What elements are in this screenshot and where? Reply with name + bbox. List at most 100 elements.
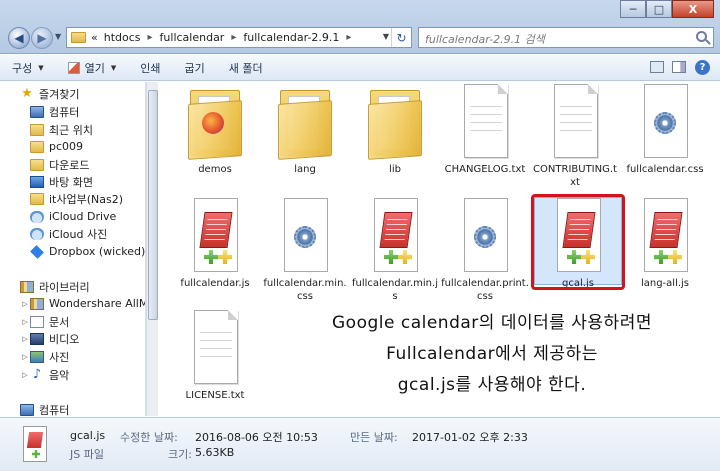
sidebar-item-pc009[interactable]: pc009	[30, 138, 83, 155]
recent-pages-dropdown[interactable]: ▼	[55, 32, 61, 41]
scrollbar-thumb[interactable]	[148, 90, 158, 320]
chevron-right-icon[interactable]: ▸	[231, 32, 236, 43]
icloud-icon	[30, 210, 44, 223]
file-name: fullcalendar.css	[626, 164, 704, 175]
print-button[interactable]: 인쇄	[128, 55, 172, 81]
js-file-icon	[364, 198, 426, 274]
sidebar-item-dropbox[interactable]: Dropbox (wicked)	[30, 243, 145, 260]
address-dropdown-icon[interactable]: ▼	[383, 32, 389, 41]
sidebar-item-label: 다운로드	[49, 158, 90, 172]
file-item[interactable]: LICENSE.txt	[171, 310, 259, 402]
recent-places-icon	[30, 123, 44, 136]
sidebar-item-label: 문서	[49, 315, 70, 329]
open-menu[interactable]: 열기 ▼	[56, 55, 129, 81]
sidebar-item-label: 비디오	[49, 332, 80, 346]
help-button[interactable]: ?	[695, 60, 710, 75]
file-name: lib	[389, 164, 401, 175]
sidebar-item-nas[interactable]: it사업부(Nas2)	[30, 190, 123, 207]
sidebar-item-label: Dropbox (wicked)	[49, 245, 146, 258]
forward-button[interactable]: ▶	[31, 27, 53, 49]
sidebar-item-label: 최근 위치	[49, 123, 93, 137]
sidebar-favorites[interactable]: ★ 즐겨찾기	[20, 85, 79, 102]
organize-menu[interactable]: 구성 ▼	[0, 55, 56, 81]
file-item[interactable]: fullcalendar.js	[171, 198, 259, 290]
dropbox-icon	[30, 244, 44, 259]
details-modified-label: 수정한 날짜:	[120, 431, 178, 444]
sidebar-item-label: 바탕 화면	[49, 175, 93, 189]
search-input[interactable]: fullcalendar-2.9.1 검색	[418, 27, 714, 48]
css-file-icon	[274, 198, 336, 274]
search-icon[interactable]	[696, 31, 707, 42]
sidebar-item-computer[interactable]: 컴퓨터	[30, 103, 79, 120]
file-item[interactable]: lang	[261, 84, 349, 176]
search-placeholder: fullcalendar-2.9.1 검색	[425, 33, 545, 46]
preview-pane-icon[interactable]	[672, 61, 686, 73]
sidebar-item-label: 즐겨찾기	[39, 87, 80, 101]
annotation-line: Google calendar의 데이터를 사용하려면	[332, 313, 652, 333]
burn-button[interactable]: 굽기	[173, 55, 217, 81]
folder-icon	[274, 84, 336, 160]
sidebar-item-downloads[interactable]: 다운로드	[30, 156, 89, 173]
back-button[interactable]: ◀	[8, 27, 30, 49]
expand-icon[interactable]: ▷	[20, 335, 30, 343]
file-item[interactable]: CONTRIBUTING.txt	[531, 84, 619, 189]
breadcrumb-fullcalendar-2.9.1[interactable]: fullcalendar-2.9.1	[243, 31, 339, 44]
annotation-line: gcal.js를 사용해야 한다.	[397, 375, 587, 395]
file-name: CONTRIBUTING.txt	[533, 164, 617, 188]
file-item[interactable]: lang-all.js	[621, 198, 709, 290]
breadcrumb-htdocs[interactable]: htdocs	[104, 31, 141, 44]
sidebar-item-pictures[interactable]: ▷ 사진	[20, 348, 69, 365]
expand-icon[interactable]: ▷	[20, 318, 30, 326]
folder-icon	[71, 32, 86, 43]
file-item[interactable]: fullcalendar.min.css	[261, 198, 349, 303]
details-created-value: 2017-01-02 오후 2:33	[412, 431, 528, 444]
breadcrumb-fullcalendar[interactable]: fullcalendar	[160, 31, 225, 44]
organize-label: 구성	[12, 61, 33, 75]
navigation-pane: ★ 즐겨찾기 컴퓨터 최근 위치 pc009 다운로드 바탕 화면 it사업부(…	[0, 82, 146, 416]
file-list: demos lang lib CHANGELOG.txt CONTRIBUTIN…	[158, 82, 720, 416]
sidebar-item-wondershare[interactable]: ▷ Wondershare AllMyTu	[20, 295, 145, 312]
sidebar-item-videos[interactable]: ▷ 비디오	[20, 330, 79, 347]
maximize-button[interactable]: □	[646, 0, 672, 18]
sidebar-item-label: 라이브러리	[39, 280, 90, 294]
sidebar-item-music[interactable]: ▷ ♪ 음악	[20, 366, 69, 383]
sidebar-computer[interactable]: 컴퓨터	[20, 401, 69, 416]
details-pane: gcal.js JS 파일 수정한 날짜: 2016-08-06 오전 10:5…	[0, 417, 720, 471]
chevron-right-icon[interactable]: ▸	[148, 32, 153, 43]
sidebar-item-label: 컴퓨터	[49, 105, 80, 119]
sidebar-scrollbar[interactable]	[146, 82, 158, 416]
handwritten-annotation: Google calendar의 데이터를 사용하려면 Fullcalendar…	[282, 308, 702, 401]
documents-icon	[30, 315, 44, 328]
star-icon: ★	[21, 85, 33, 101]
sidebar-item-recent[interactable]: 최근 위치	[30, 121, 93, 138]
file-item[interactable]: demos	[171, 84, 259, 176]
address-bar[interactable]: « htdocs ▸ fullcalendar ▸ fullcalendar-2…	[66, 27, 412, 48]
file-item[interactable]: CHANGELOG.txt	[441, 84, 529, 176]
file-item[interactable]: fullcalendar.css	[621, 84, 709, 176]
sidebar-item-label: 음악	[49, 368, 70, 382]
sidebar-item-label: 사진	[49, 350, 70, 364]
sidebar-item-icloud-drive[interactable]: iCloud Drive	[30, 208, 116, 225]
sidebar-item-icloud-photos[interactable]: iCloud 사진	[30, 225, 107, 242]
expand-icon[interactable]: ▷	[20, 371, 30, 379]
file-item[interactable]: fullcalendar.min.js	[351, 198, 439, 303]
annotation-line: Fullcalendar에서 제공하는	[386, 344, 598, 364]
new-folder-button[interactable]: 새 폴더	[217, 55, 275, 81]
expand-icon[interactable]: ▷	[20, 300, 30, 308]
close-button[interactable]: X	[672, 0, 714, 18]
minimize-button[interactable]: ─	[620, 0, 646, 18]
refresh-button[interactable]: ↻	[391, 28, 411, 47]
sidebar-item-desktop[interactable]: 바탕 화면	[30, 173, 93, 190]
details-file-type: JS 파일	[70, 448, 104, 461]
open-icon	[67, 61, 80, 74]
sidebar-libraries[interactable]: 라이브러리	[20, 278, 90, 295]
file-item[interactable]: lib	[351, 84, 439, 176]
change-view-icon[interactable]	[650, 61, 664, 73]
sidebar-item-documents[interactable]: ▷ 문서	[20, 313, 69, 330]
desktop-icon	[30, 175, 44, 188]
file-item[interactable]: fullcalendar.print.css	[441, 198, 529, 303]
text-file-icon	[454, 84, 516, 160]
chevron-right-icon[interactable]: ▸	[346, 32, 351, 43]
expand-icon[interactable]: ▷	[20, 353, 30, 361]
breadcrumb-overflow[interactable]: «	[91, 31, 98, 44]
